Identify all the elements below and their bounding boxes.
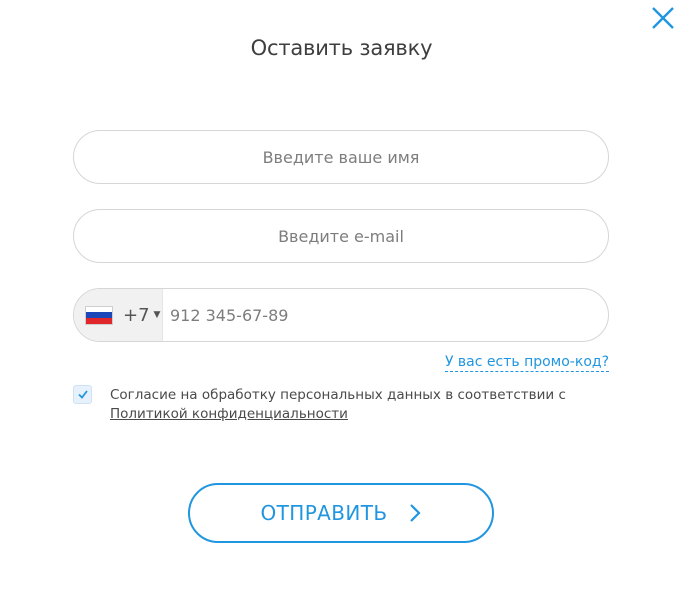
chevron-right-icon [410,504,422,522]
submit-label: ОТПРАВИТЬ [260,501,388,525]
consent-checkbox[interactable] [73,385,92,404]
promo-code-link[interactable]: У вас есть промо-код? [444,354,609,372]
request-modal: Оставить заявку +7 ▼ У вас есть промо-ко… [0,0,683,607]
dial-code: +7 [123,304,150,326]
modal-title: Оставить заявку [250,36,433,60]
name-input[interactable] [74,131,608,183]
country-selector[interactable]: +7 ▼ [74,289,163,341]
consent-label: Согласие на обработку персональных данны… [110,387,566,403]
email-field-wrapper [73,209,609,263]
email-input[interactable] [74,210,608,262]
phone-input[interactable] [170,289,608,341]
phone-field-wrapper: +7 ▼ [73,288,609,342]
russia-flag-icon [85,305,113,325]
close-icon[interactable] [649,4,677,32]
check-icon [78,390,88,399]
submit-button[interactable]: ОТПРАВИТЬ [188,483,494,543]
privacy-policy-link[interactable]: Политикой конфиденциальности [110,406,348,422]
consent-text: Согласие на обработку персональных данны… [110,386,570,424]
name-field-wrapper [73,130,609,184]
chevron-down-icon: ▼ [153,310,161,320]
